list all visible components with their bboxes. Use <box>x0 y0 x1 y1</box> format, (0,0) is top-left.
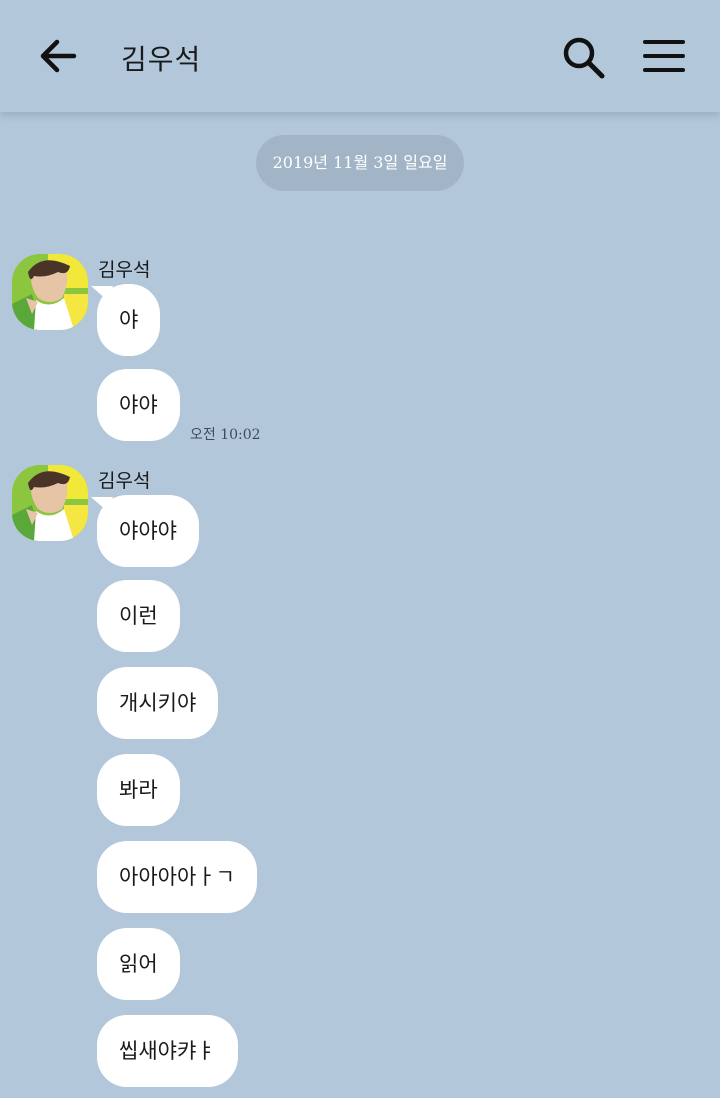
profile-photo <box>12 254 88 330</box>
avatar[interactable] <box>12 465 88 541</box>
chat-title: 김우석 <box>121 43 202 76</box>
profile-photo <box>12 465 88 541</box>
hamburger-menu-icon <box>643 40 685 72</box>
search-icon <box>563 37 605 79</box>
message-bubble[interactable]: 개시키야 <box>97 667 219 739</box>
message-bubble[interactable]: 야 <box>97 284 161 356</box>
chat-header: 김우석 <box>0 0 720 112</box>
back-button[interactable] <box>36 36 80 76</box>
sender-name: 김우석 <box>98 470 151 492</box>
message-time: 오전 10:02 <box>190 427 261 443</box>
message-bubble[interactable]: 봐라 <box>97 754 180 826</box>
avatar[interactable] <box>12 254 88 330</box>
date-divider: 2019년 11월 3일 일요일 <box>256 135 464 191</box>
menu-button[interactable] <box>642 38 686 74</box>
message-bubble[interactable]: 야야 <box>97 369 180 441</box>
message-bubble[interactable]: 이런 <box>97 580 180 652</box>
message-bubble[interactable]: 야야야 <box>97 495 199 567</box>
message-bubble[interactable]: 씹새야캬ㅑ <box>97 1015 238 1087</box>
message-bubble[interactable]: 아아아아ㅏㄱ <box>97 841 257 913</box>
sender-name: 김우석 <box>98 259 151 281</box>
arrow-left-icon <box>40 39 77 73</box>
search-button[interactable] <box>560 34 608 80</box>
message-bubble[interactable]: 읽어 <box>97 928 180 1000</box>
